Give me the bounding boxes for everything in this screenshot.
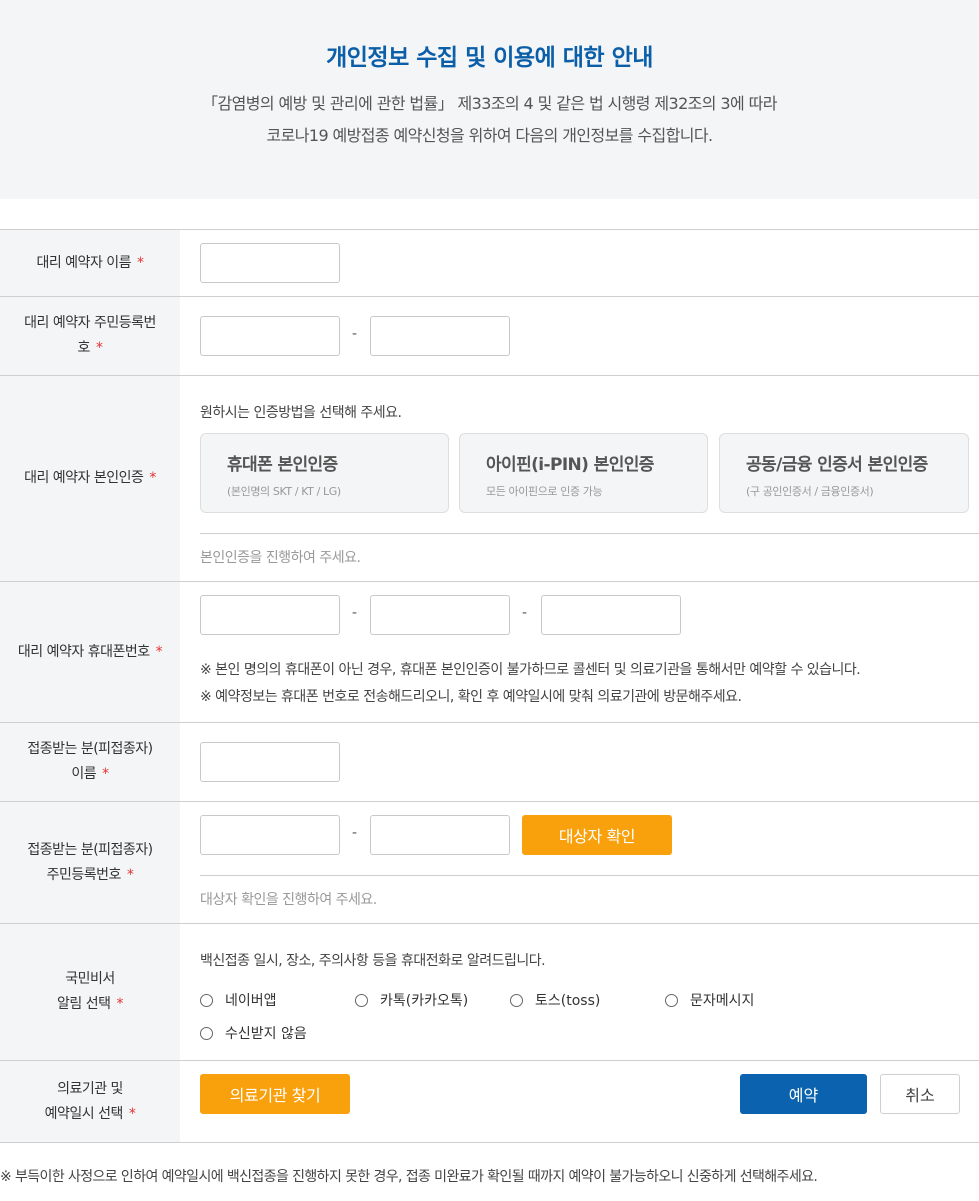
row-proxy-phone: 대리 예약자 휴대폰번호 * - - ※ 본인 명의의 휴대폰이 아닌 경우, 휴…: [0, 582, 979, 723]
required-mark: *: [102, 766, 109, 782]
vaccinee-name-label: 접종받는 분(피접종자) 이름 *: [0, 723, 180, 801]
row-proxy-rrn: 대리 예약자 주민등록번 호 * -: [0, 297, 979, 376]
dash-separator: -: [522, 605, 528, 621]
page-title: 개인정보 수집 및 이용에 대한 안내: [326, 45, 653, 71]
notify-instruction: 백신접종 일시, 장소, 주의사항 등을 휴대전화로 알려드립니다.: [200, 953, 546, 969]
radio-toss[interactable]: 토스(toss): [510, 990, 600, 1010]
reserve-button[interactable]: 예약: [740, 1074, 867, 1114]
proxy-rrn-front-input[interactable]: [200, 316, 340, 356]
required-mark: *: [126, 866, 134, 883]
vaccinee-rrn-front-input[interactable]: [200, 815, 340, 855]
auth-status-text: 본인인증을 진행하여 주세요.: [200, 550, 361, 566]
required-mark: *: [116, 996, 123, 1012]
required-mark: *: [128, 1105, 136, 1122]
vaccinee-rrn-back-input[interactable]: [370, 815, 510, 855]
auth-instruction: 원하시는 인증방법을 선택해 주세요.: [200, 405, 402, 421]
legal-basis-text: 「감염병의 예방 및 관리에 관한 법률」 제33조의 4 및 같은 법 시행령…: [202, 94, 777, 113]
radio-sms[interactable]: 문자메시지: [665, 990, 754, 1010]
auth-method-phone-button[interactable]: 휴대폰 본인인증 (본인명의 SKT / KT / LG): [200, 433, 449, 513]
notice-header: 개인정보 수집 및 이용에 대한 안내 「감염병의 예방 및 관리에 관한 법률…: [0, 0, 979, 199]
row-proxy-name: 대리 예약자 이름 *: [0, 230, 979, 297]
proxy-phone-label: 대리 예약자 휴대폰번호 *: [0, 582, 180, 722]
proxy-auth-label: 대리 예약자 본인인증 *: [0, 376, 180, 581]
footer-notice: ※ 부득이한 사정으로 인하여 예약일시에 백신접종을 진행하지 못한 경우, …: [0, 1169, 818, 1185]
notify-label: 국민비서 알림 선택 *: [0, 924, 180, 1060]
target-status-text: 대상자 확인을 진행하여 주세요.: [200, 892, 377, 908]
proxy-rrn-label: 대리 예약자 주민등록번 호 *: [0, 297, 180, 375]
auth-method-certificate-button[interactable]: 공동/금융 인증서 본인인증 (구 공인인증서 / 금융인증서): [719, 433, 969, 513]
radio-circle-icon: [665, 993, 678, 1007]
radio-naver-app[interactable]: 네이버앱: [200, 990, 277, 1010]
find-hospital-button[interactable]: 의료기관 찾기: [200, 1074, 350, 1114]
radio-circle-icon: [200, 993, 213, 1007]
radio-no-notification[interactable]: 수신받지 않음: [200, 1023, 307, 1043]
proxy-rrn-back-input[interactable]: [370, 316, 510, 356]
row-proxy-auth: 대리 예약자 본인인증 * 원하시는 인증방법을 선택해 주세요. 휴대폰 본인인…: [0, 376, 979, 582]
radio-kakaotalk[interactable]: 카톡(카카오톡): [355, 990, 468, 1010]
divider: [200, 875, 979, 876]
auth-method-ipin-button[interactable]: 아이핀(i-PIN) 본인인증 모든 아이핀으로 인증 가능: [459, 433, 708, 513]
required-mark: *: [137, 254, 144, 271]
row-notification: 국민비서 알림 선택 * 백신접종 일시, 장소, 주의사항 등을 휴대전화로 알려…: [0, 924, 979, 1061]
dash-separator: -: [352, 825, 358, 841]
required-mark: *: [95, 340, 103, 356]
required-mark: *: [149, 470, 156, 486]
divider: [200, 533, 979, 534]
proxy-name-label: 대리 예약자 이름 *: [0, 230, 180, 296]
phone-note-2: ※ 예약정보는 휴대폰 번호로 전송해드리오니, 확인 후 예약일시에 맞춰 의…: [200, 689, 742, 705]
confirm-target-button[interactable]: 대상자 확인: [522, 815, 672, 855]
row-hospital: 의료기관 및 예약일시 선택 * 의료기관 찾기 예약 취소: [0, 1061, 979, 1143]
phone-part3-input[interactable]: [541, 595, 681, 635]
phone-note-1: ※ 본인 명의의 휴대폰이 아닌 경우, 휴대폰 본인인증이 불가하므로 콜센터…: [200, 662, 861, 678]
required-mark: *: [155, 643, 163, 660]
dash-separator: -: [352, 605, 358, 621]
proxy-name-input[interactable]: [200, 243, 340, 283]
radio-circle-icon: [355, 993, 368, 1007]
radio-circle-icon: [510, 993, 523, 1007]
row-vaccinee-rrn: 접종받는 분(피접종자) 주민등록번호 * - 대상자 확인 대상자 확인을 진행하…: [0, 802, 979, 924]
cancel-button[interactable]: 취소: [880, 1074, 960, 1114]
phone-part2-input[interactable]: [370, 595, 510, 635]
vaccinee-name-input[interactable]: [200, 742, 340, 782]
radio-circle-icon: [200, 1026, 213, 1040]
dash-separator: -: [352, 326, 358, 342]
row-vaccinee-name: 접종받는 분(피접종자) 이름 *: [0, 723, 979, 802]
purpose-text: 코로나19 예방접종 예약신청을 위하여 다음의 개인정보를 수집합니다.: [266, 126, 714, 145]
vaccinee-rrn-label: 접종받는 분(피접종자) 주민등록번호 *: [0, 802, 180, 923]
phone-part1-input[interactable]: [200, 595, 340, 635]
hospital-label: 의료기관 및 예약일시 선택 *: [0, 1061, 180, 1142]
